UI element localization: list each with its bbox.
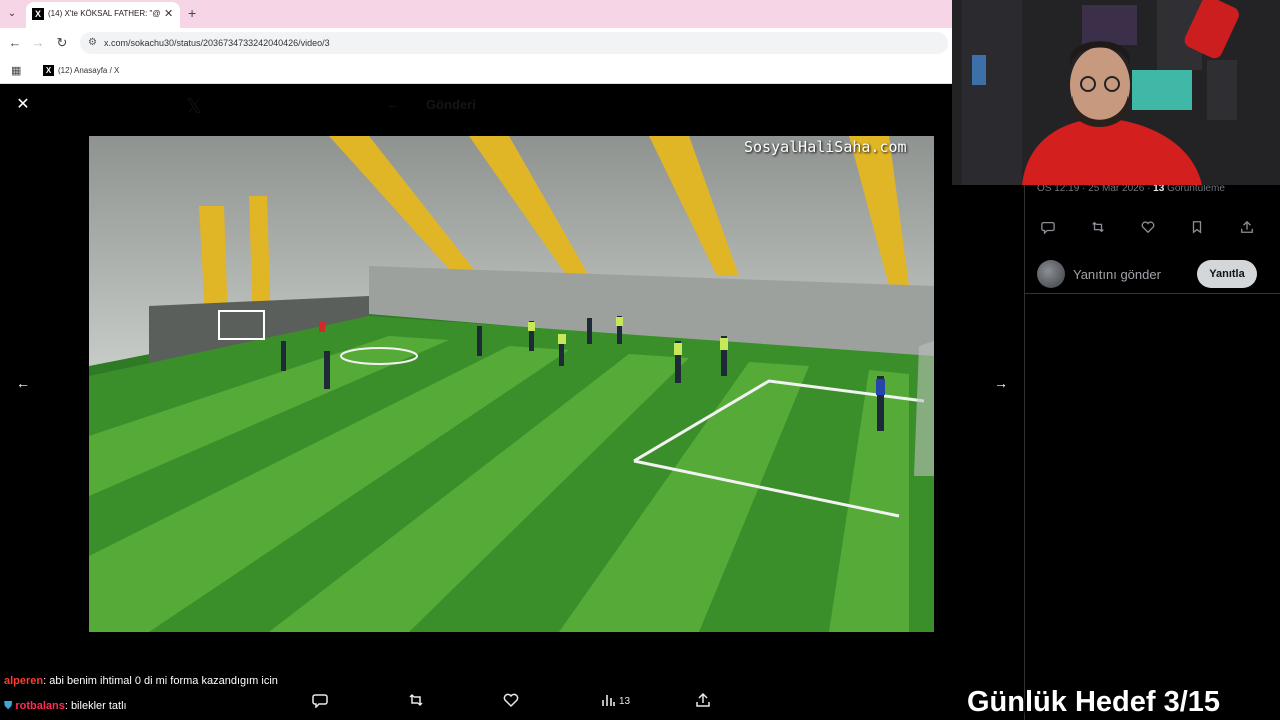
chat-username: rotbalans	[15, 700, 65, 712]
share-icon[interactable]	[1237, 220, 1257, 237]
tab-close-icon[interactable]: ✕	[164, 7, 173, 20]
reply-composer: Yanıtını gönder Yanıtla	[1025, 254, 1280, 294]
arrow-right-icon[interactable]: →	[993, 375, 1009, 391]
chat-username: alperen	[4, 675, 44, 687]
bookmark-icon[interactable]	[1187, 220, 1207, 237]
apps-grid-icon[interactable]: ▦	[11, 64, 21, 77]
tab-title: (14) X'te KÖKSAL FATHER: "@z	[48, 9, 160, 18]
browser-tab-bar: ⌄ X (14) X'te KÖKSAL FATHER: "@z ✕ +	[0, 0, 952, 28]
url-text: x.com/sokachu30/status/20367347332420404…	[104, 38, 330, 48]
site-info-icon[interactable]: ⚙	[88, 37, 100, 49]
shield-badge-icon: ⛊	[4, 700, 16, 712]
repost-icon[interactable]	[1088, 220, 1108, 237]
browser-tab[interactable]: X (14) X'te KÖKSAL FATHER: "@z ✕	[26, 2, 180, 28]
video-frame-soccer-field	[89, 136, 934, 632]
url-field[interactable]: ⚙ x.com/sokachu30/status/203673473324204…	[80, 32, 948, 54]
heart-icon[interactable]	[503, 692, 519, 712]
video-watermark: SosyalHaliSaha.com	[744, 138, 907, 156]
reply-button[interactable]: Yanıtla	[1197, 260, 1257, 288]
streamer-webcam	[952, 0, 1280, 185]
heart-icon[interactable]	[1138, 220, 1158, 237]
reply-input[interactable]: Yanıtını gönder	[1073, 267, 1161, 282]
views-count: 13	[619, 696, 631, 707]
views-icon[interactable]	[600, 692, 616, 712]
x-favicon-icon: X	[32, 8, 44, 20]
webcam-feed-image	[952, 0, 1280, 185]
repost-icon[interactable]	[408, 692, 424, 712]
reload-icon[interactable]: ↻	[54, 35, 70, 51]
avatar	[1037, 260, 1065, 288]
ghost-back-icon: ←	[386, 96, 400, 112]
forward-icon[interactable]: →	[30, 35, 46, 50]
close-icon[interactable]: ✕	[14, 96, 32, 114]
share-icon[interactable]	[695, 692, 711, 712]
tab-search-icon[interactable]: ⌄	[4, 6, 20, 22]
back-icon[interactable]: ←	[7, 35, 23, 50]
new-tab-icon[interactable]: +	[188, 5, 196, 21]
address-bar: ← → ↻ ⚙ x.com/sokachu30/status/203673473…	[0, 28, 952, 58]
video-player[interactable]	[89, 136, 934, 632]
chat-text: : abi benim ihtimal 0 di mi forma kazand…	[43, 675, 278, 687]
bookmark-x-favicon-icon: X	[43, 65, 54, 76]
bookmark-home[interactable]: (12) Anasayfa / X	[58, 65, 119, 77]
reply-icon[interactable]	[312, 692, 328, 712]
media-viewer: 𝕏 ← Gönderi ✕ ← →	[0, 84, 1024, 720]
post-action-row	[1025, 220, 1280, 238]
ghost-page-title: Gönderi	[426, 97, 476, 112]
bookmarks-bar: ▦ X (12) Anasayfa / X	[0, 58, 952, 84]
chat-text: : bilekler tatlı	[64, 700, 127, 712]
x-logo-icon: 𝕏	[186, 96, 203, 118]
daily-goal-overlay: Günlük Hedef 3/15	[967, 686, 1221, 718]
chat-message: alperen: abi benim ihtimal 0 di mi forma…	[4, 675, 278, 687]
reply-icon[interactable]	[1038, 220, 1058, 237]
arrow-left-icon[interactable]: ←	[15, 375, 31, 391]
chat-message: ⛊ rotbalans: bilekler tatlı	[4, 700, 127, 713]
